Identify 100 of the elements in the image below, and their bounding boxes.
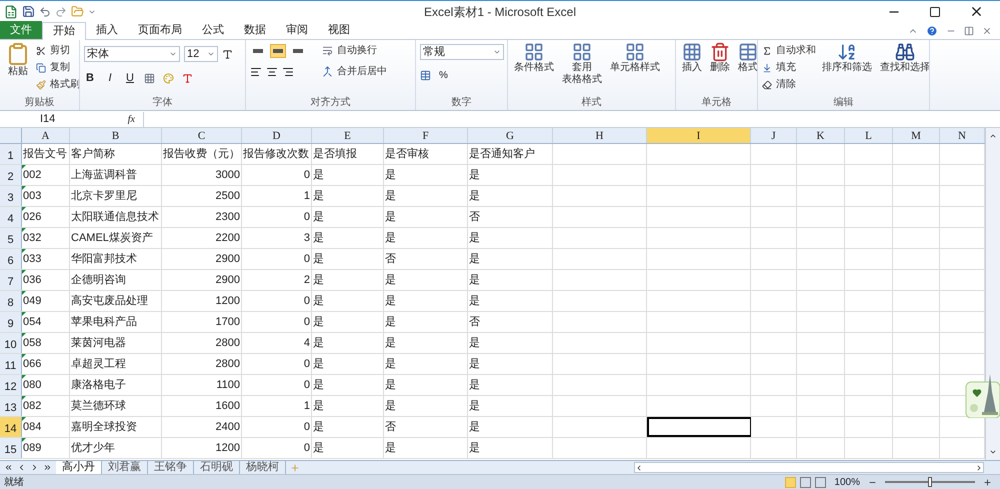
view-button[interactable] xyxy=(800,476,812,488)
table-cell: 是 xyxy=(468,228,553,248)
font-style-button[interactable]: U xyxy=(124,70,136,86)
column-header[interactable]: D xyxy=(242,128,312,143)
border-icon[interactable] xyxy=(144,72,155,84)
ribbon-button[interactable]: 合并后居中 xyxy=(322,63,387,80)
ribbon-tab[interactable]: 页面布局 xyxy=(128,21,192,39)
view-button[interactable] xyxy=(815,476,826,488)
table-cell: 是 xyxy=(312,312,384,332)
ribbon-button[interactable]: 删除 xyxy=(708,42,732,74)
first-sheet-icon[interactable] xyxy=(4,463,13,472)
row-header[interactable]: 12 xyxy=(0,375,22,395)
row-header[interactable]: 4 xyxy=(0,207,22,227)
row-header[interactable]: 11 xyxy=(0,354,22,374)
table-cell: 是 xyxy=(312,333,384,353)
error-flag-icon xyxy=(22,207,26,211)
font-size-icon[interactable] xyxy=(222,48,233,60)
ribbon-button[interactable]: 自动求和 xyxy=(762,42,816,59)
row-header[interactable]: 14 xyxy=(0,417,22,437)
row-header[interactable]: 7 xyxy=(0,270,22,290)
column-header[interactable]: L xyxy=(845,128,893,143)
ribbon-tab[interactable]: 视图 xyxy=(318,21,360,39)
ribbon-button[interactable]: 条件格式 xyxy=(512,42,556,74)
row-header[interactable]: 15 xyxy=(0,438,22,458)
align-right-icon[interactable] xyxy=(282,66,294,78)
ribbon-tab[interactable]: 审阅 xyxy=(276,21,318,39)
ribbon-tab[interactable]: 数据 xyxy=(234,21,276,39)
scroll-right-icon[interactable] xyxy=(975,464,983,472)
column-header[interactable]: G xyxy=(468,128,553,143)
font-name-field[interactable]: 宋体 xyxy=(84,46,180,62)
undo-icon[interactable] xyxy=(39,6,51,18)
selected-cell[interactable] xyxy=(647,417,751,437)
restore-icon[interactable] xyxy=(964,26,974,36)
group-label: 编辑 xyxy=(834,96,854,109)
row-header[interactable]: 3 xyxy=(0,186,22,206)
column-header[interactable]: C xyxy=(162,128,242,143)
name-box[interactable]: I14 xyxy=(0,112,104,126)
column-header[interactable]: F xyxy=(384,128,468,143)
row-header[interactable]: 8 xyxy=(0,291,22,311)
percent-button[interactable]: % xyxy=(439,68,448,83)
redo-icon[interactable] xyxy=(55,6,67,18)
ribbon-button[interactable]: 填充 xyxy=(762,59,816,76)
column-header[interactable]: A xyxy=(22,128,70,143)
close-icon[interactable] xyxy=(969,4,984,19)
save-icon[interactable] xyxy=(22,5,35,18)
row-header[interactable]: 10 xyxy=(0,333,22,353)
ribbon-button[interactable]: 排序和筛选 xyxy=(820,42,874,74)
column-header[interactable]: K xyxy=(797,128,845,143)
align-button[interactable] xyxy=(270,44,286,58)
table-cell: 2800 xyxy=(162,354,242,374)
row-header[interactable]: 1 xyxy=(0,144,22,164)
zoom-in-icon[interactable] xyxy=(983,478,992,486)
font-style-button[interactable]: I xyxy=(104,70,116,86)
font-style-button[interactable]: B xyxy=(84,70,96,86)
sheet-tab[interactable]: 高小丹 xyxy=(56,460,102,474)
last-sheet-icon[interactable] xyxy=(43,463,52,472)
insert-function-button[interactable]: fx xyxy=(128,112,135,126)
font-size-field[interactable]: 12 xyxy=(184,46,218,62)
zoom-slider-thumb[interactable] xyxy=(928,477,932,487)
table-cell: 是否填报 xyxy=(312,144,384,164)
font-color-icon[interactable] xyxy=(182,72,193,84)
table-cell: 华阳富邦技术 xyxy=(70,249,162,269)
previous-sheet-icon[interactable] xyxy=(17,463,26,472)
ribbon-button[interactable]: 插入 xyxy=(680,42,704,74)
row-header[interactable]: 9 xyxy=(0,312,22,332)
column-header[interactable]: J xyxy=(751,128,797,143)
scroll-down-icon[interactable] xyxy=(989,448,997,456)
align-left-icon[interactable] xyxy=(250,66,262,78)
error-flag-icon xyxy=(22,396,26,400)
ribbon-button[interactable]: 复制 xyxy=(36,59,79,76)
ribbon-button[interactable]: 剪切 xyxy=(36,42,79,59)
row-header[interactable]: 6 xyxy=(0,249,22,269)
horizontal-scrollbar[interactable] xyxy=(634,462,984,473)
ribbon-tab[interactable]: 公式 xyxy=(192,21,234,39)
table-cell: 是否通知客户 xyxy=(468,144,553,164)
ribbon-tab[interactable]: 开始 xyxy=(42,22,86,40)
fill-color-icon[interactable] xyxy=(163,72,174,84)
column-header[interactable]: I xyxy=(647,128,751,143)
ribbon-button[interactable]: 套用 表格格式 xyxy=(560,42,604,86)
ribbon-button[interactable]: 清除 xyxy=(762,76,816,93)
table-cell: 0 xyxy=(242,375,312,395)
ribbon-button[interactable]: 自动换行 xyxy=(322,42,387,59)
row-header[interactable]: 2 xyxy=(0,165,22,185)
scroll-left-icon[interactable] xyxy=(635,464,643,472)
ribbon-button[interactable]: 单元格样式 xyxy=(608,42,662,74)
row-header[interactable]: 13 xyxy=(0,396,22,416)
column-header[interactable]: B xyxy=(70,128,162,143)
column-header[interactable]: M xyxy=(893,128,940,143)
scroll-up-icon[interactable] xyxy=(989,132,997,140)
maximize-icon[interactable] xyxy=(929,6,941,18)
number-format-field[interactable]: 常规 xyxy=(420,44,504,60)
help-icon[interactable] xyxy=(926,25,938,37)
table-cell: 是 xyxy=(384,396,468,416)
align-center-icon[interactable] xyxy=(266,66,278,78)
ribbon-button[interactable]: 粘贴 xyxy=(4,42,32,78)
column-header[interactable]: E xyxy=(312,128,384,143)
ribbon-tab[interactable]: 插入 xyxy=(86,21,128,39)
next-sheet-icon[interactable] xyxy=(30,463,39,472)
row-header[interactable]: 5 xyxy=(0,228,22,248)
file-tab[interactable]: 文件 xyxy=(0,21,42,39)
